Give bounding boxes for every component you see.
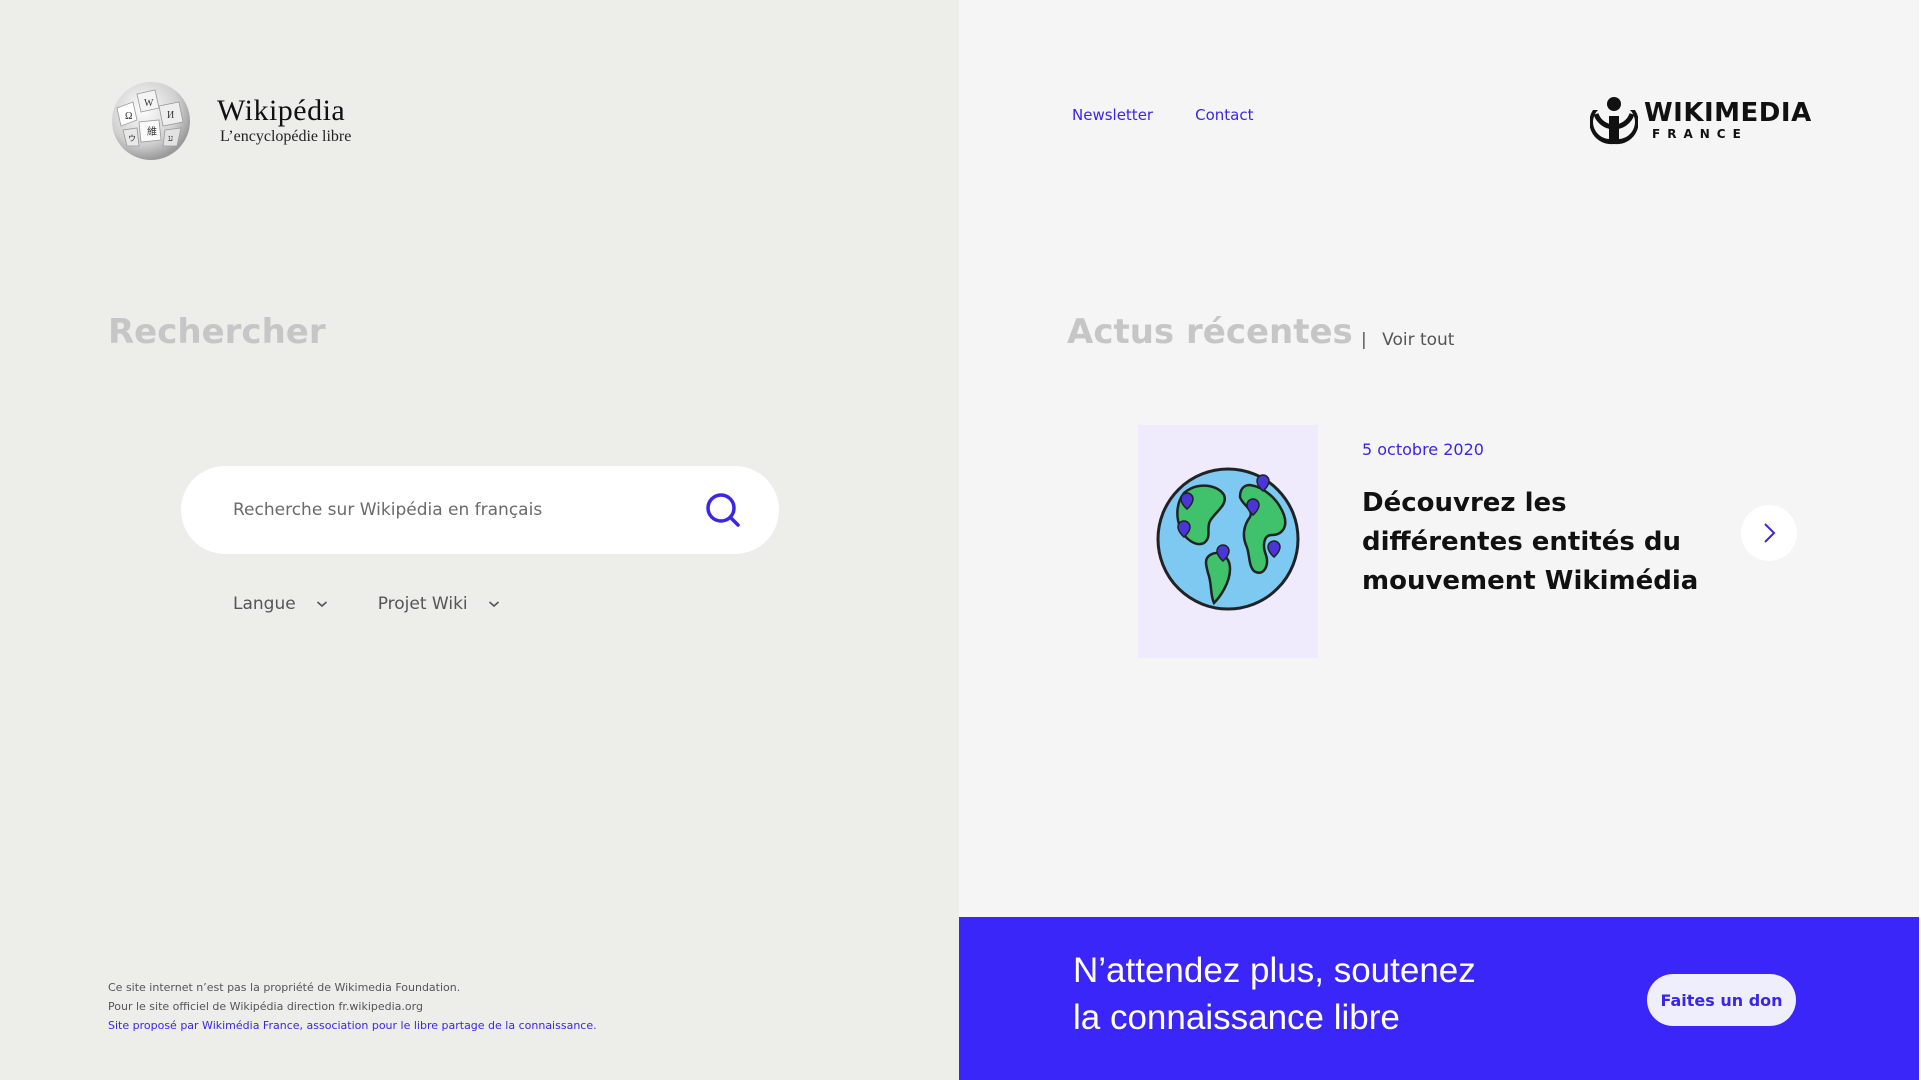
news-headline[interactable]: Découvrez les différentes entités du mou…: [1362, 484, 1702, 601]
banner-line-2: la connaissance libre: [1073, 998, 1400, 1037]
wikimedia-france-logo[interactable]: WIKIMEDIA FRANCE: [1590, 96, 1812, 146]
search-icon[interactable]: [703, 490, 743, 530]
wikipedia-logo-tagline: L’encyclopédie libre: [220, 128, 352, 145]
footer-association-link[interactable]: Site proposé par Wikimédia France, assoc…: [108, 1016, 597, 1035]
see-all-link[interactable]: Voir tout: [1382, 330, 1454, 350]
wikipedia-logo[interactable]: Ω W И 維 ウ ע Wikipédia L’encyclopédie lib…: [107, 80, 351, 162]
next-news-button[interactable]: [1741, 505, 1797, 561]
chevron-right-icon: [1764, 523, 1776, 543]
nav-contact-link[interactable]: Contact: [1195, 106, 1253, 124]
search-input[interactable]: [233, 466, 673, 554]
footer-notes: Ce site internet n’est pas la propriété …: [108, 978, 597, 1035]
wikimedia-logo-icon: [1590, 97, 1638, 145]
wiki-project-dropdown[interactable]: Projet Wiki: [378, 594, 500, 614]
language-dropdown-label: Langue: [233, 594, 296, 614]
banner-line-1: N’attendez plus, soutenez: [1073, 951, 1476, 990]
top-nav: Newsletter Contact: [1072, 106, 1253, 124]
footer-line-1: Ce site internet n’est pas la propriété …: [108, 981, 461, 994]
donation-banner: N’attendez plus, soutenez la connaissanc…: [959, 917, 1919, 1080]
search-box: [181, 466, 779, 554]
wikipedia-logo-name: Wikipédia: [217, 94, 346, 127]
wikipedia-globe-icon: Ω W И 維 ウ ע: [112, 82, 190, 160]
see-all-separator: |: [1361, 330, 1367, 350]
news-title: Actus récentes: [1067, 312, 1353, 352]
footer-line-2: Pour le site officiel de Wikipédia direc…: [108, 1000, 423, 1013]
svg-text:ウ: ウ: [128, 134, 136, 143]
chevron-down-icon: [488, 601, 499, 608]
language-dropdown[interactable]: Langue: [233, 594, 328, 614]
news-date: 5 octobre 2020: [1362, 440, 1484, 459]
svg-text:ע: ע: [168, 133, 173, 143]
svg-text:維: 維: [147, 125, 157, 138]
svg-text:И: И: [167, 110, 174, 121]
search-filters: Langue Projet Wiki: [233, 594, 500, 614]
donate-button[interactable]: Faites un don: [1647, 974, 1796, 1026]
see-all: | Voir tout: [1361, 330, 1454, 350]
news-image[interactable]: [1138, 425, 1318, 658]
wiki-project-dropdown-label: Projet Wiki: [377, 594, 468, 614]
chevron-down-icon: [316, 601, 327, 608]
wikimedia-logo-sub: FRANCE: [1652, 127, 1748, 141]
svg-text:W: W: [144, 98, 154, 109]
globe-illustration-icon: [1156, 467, 1300, 611]
banner-text: N’attendez plus, soutenez la connaissanc…: [1073, 947, 1476, 1041]
nav-newsletter-link[interactable]: Newsletter: [1072, 106, 1153, 124]
svg-text:Ω: Ω: [125, 111, 132, 122]
search-title: Rechercher: [108, 312, 326, 352]
wikimedia-logo-name: WIKIMEDIA: [1644, 98, 1812, 128]
